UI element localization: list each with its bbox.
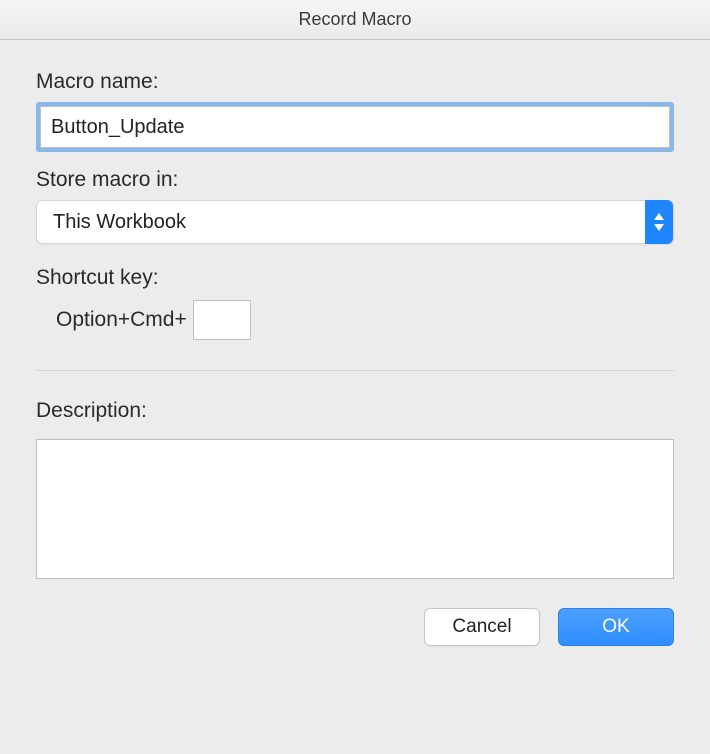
cancel-button-label: Cancel [452, 616, 511, 638]
shortcut-row: Option+Cmd+ [36, 300, 674, 340]
chevron-updown-icon [645, 200, 673, 244]
store-in-select[interactable]: This Workbook [36, 200, 674, 244]
divider [36, 370, 674, 371]
shortcut-prefix: Option+Cmd+ [56, 308, 187, 332]
shortcut-label: Shortcut key: [36, 266, 674, 290]
macro-name-label: Macro name: [36, 70, 674, 94]
dialog-title: Record Macro [298, 9, 411, 30]
store-in-label: Store macro in: [36, 168, 674, 192]
dialog-content: Macro name: Store macro in: This Workboo… [0, 40, 710, 646]
description-input[interactable] [36, 439, 674, 579]
shortcut-key-input[interactable] [193, 300, 251, 340]
cancel-button[interactable]: Cancel [424, 608, 540, 646]
dialog-titlebar: Record Macro [0, 0, 710, 40]
macro-name-field-focus-ring [36, 102, 674, 152]
store-in-value: This Workbook [37, 211, 645, 234]
ok-button[interactable]: OK [558, 608, 674, 646]
ok-button-label: OK [602, 616, 629, 638]
macro-name-input[interactable] [40, 106, 670, 148]
dialog-button-row: Cancel OK [36, 608, 674, 646]
description-label: Description: [36, 399, 674, 423]
